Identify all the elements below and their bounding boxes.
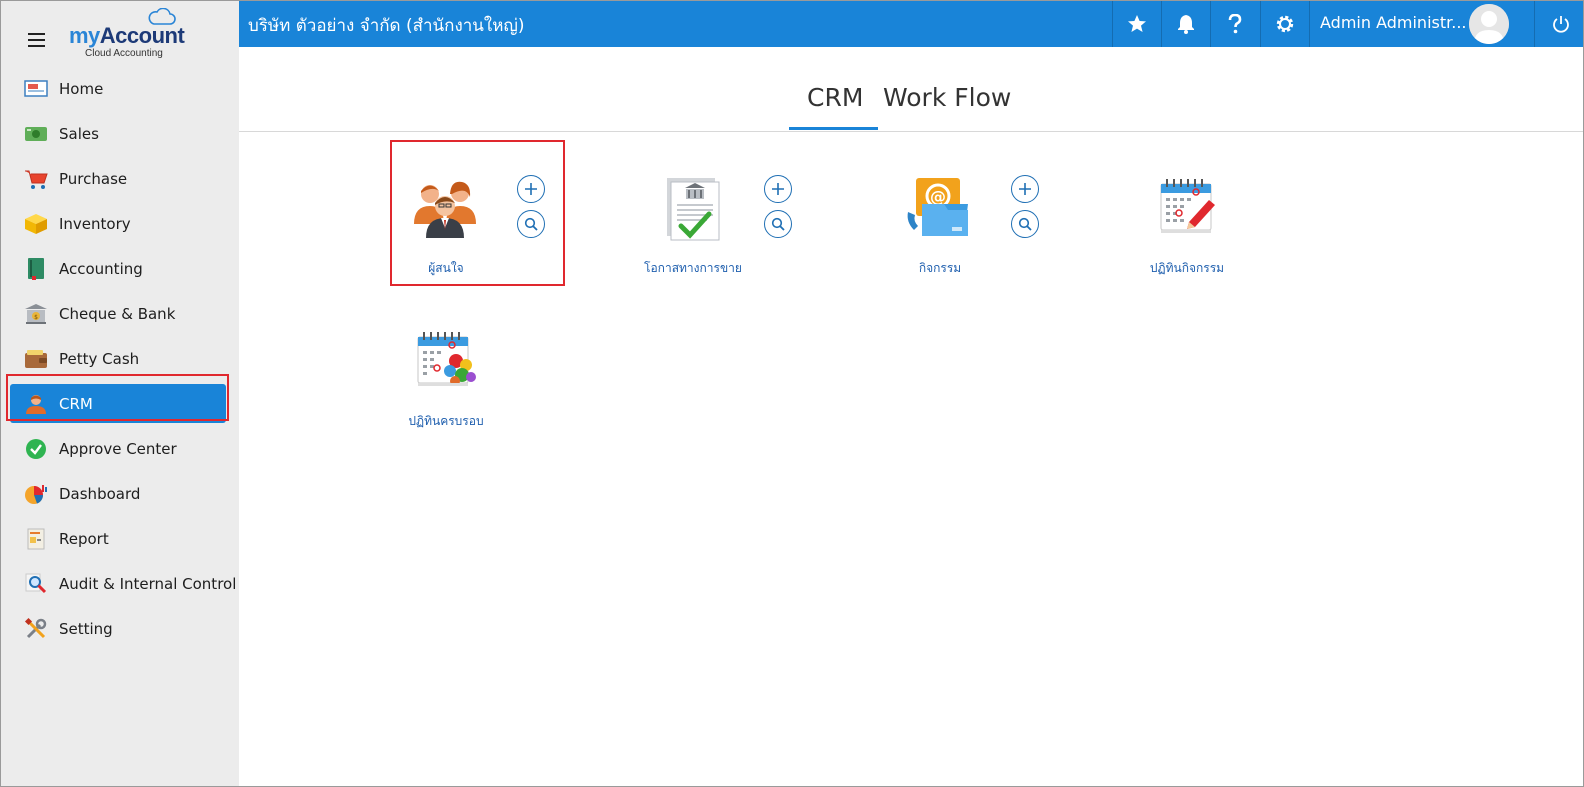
help-button[interactable] bbox=[1210, 1, 1259, 47]
avatar[interactable] bbox=[1469, 4, 1509, 44]
report-icon bbox=[24, 527, 48, 551]
sidebar-item-label: Inventory bbox=[59, 214, 131, 233]
crm-icon bbox=[24, 392, 48, 416]
sidebar-item-label: Home bbox=[59, 79, 104, 98]
svg-text:$: $ bbox=[34, 314, 38, 321]
user-menu[interactable]: Admin Administr... bbox=[1309, 1, 1535, 47]
tile-activity: @ กิจกรรม bbox=[884, 144, 1054, 284]
user-avatar-icon bbox=[1469, 4, 1509, 44]
cart-icon bbox=[24, 167, 48, 191]
sidebar-header: myAccount Cloud Accounting bbox=[1, 1, 239, 65]
audit-icon bbox=[24, 572, 48, 596]
sidebar-item-label: Dashboard bbox=[59, 484, 141, 503]
sidebar-item-label: Petty Cash bbox=[59, 349, 140, 368]
tile-label[interactable]: ปฏิทินครบรอบ bbox=[390, 412, 502, 431]
company-name[interactable]: บริษัท ตัวอย่าง จำกัด (สำนักงานใหญ่) bbox=[248, 12, 525, 39]
plus-icon bbox=[1019, 183, 1031, 195]
bell-icon bbox=[1178, 15, 1194, 34]
wallet-icon bbox=[24, 347, 48, 371]
tile-anniversary-calendar: ปฏิทินครบรอบ bbox=[390, 297, 560, 437]
search-opportunity-button[interactable] bbox=[764, 210, 792, 238]
svg-text:@: @ bbox=[930, 187, 946, 206]
tools-icon bbox=[24, 617, 48, 641]
tab-crm[interactable]: CRM bbox=[807, 83, 863, 112]
tab-work-flow[interactable]: Work Flow bbox=[883, 83, 1011, 112]
app-window: myAccount Cloud Accounting Home Sales Pu… bbox=[0, 0, 1584, 787]
activity-email-icon[interactable]: @ bbox=[904, 172, 976, 244]
logo-text: myAccount bbox=[69, 23, 185, 48]
sidebar-item-audit[interactable]: Audit & Internal Control bbox=[1, 561, 239, 606]
search-icon bbox=[1018, 217, 1032, 231]
tab-bar: CRM Work Flow bbox=[239, 47, 1583, 132]
plus-icon bbox=[772, 183, 784, 195]
box-icon bbox=[24, 212, 48, 236]
star-icon bbox=[1128, 15, 1146, 32]
tile-label[interactable]: กิจกรรม bbox=[884, 259, 996, 278]
sidebar: myAccount Cloud Accounting Home Sales Pu… bbox=[1, 1, 239, 786]
sidebar-item-label: Audit & Internal Control bbox=[59, 574, 237, 593]
tile-leads: ผู้สนใจ bbox=[390, 144, 560, 284]
sidebar-item-label: Sales bbox=[59, 124, 99, 143]
sidebar-item-setting[interactable]: Setting bbox=[1, 606, 239, 651]
ledger-icon bbox=[24, 257, 48, 281]
pie-icon bbox=[24, 482, 48, 506]
tile-label[interactable]: โอกาสทางการขาย bbox=[637, 259, 749, 278]
search-icon bbox=[771, 217, 785, 231]
logo-subtitle: Cloud Accounting bbox=[85, 48, 163, 59]
sidebar-menu: Home Sales Purchase Inventory Accounting… bbox=[1, 66, 239, 651]
search-icon bbox=[524, 217, 538, 231]
search-activity-button[interactable] bbox=[1011, 210, 1039, 238]
tile-sales-opportunity: โอกาสทางการขาย bbox=[637, 144, 807, 284]
help-icon bbox=[1228, 14, 1242, 34]
top-bar: บริษัท ตัวอย่าง จำกัด (สำนักงานใหญ่) Adm… bbox=[239, 1, 1583, 47]
sidebar-item-crm[interactable]: CRM bbox=[1, 381, 239, 426]
activity-calendar-icon[interactable] bbox=[1151, 172, 1223, 244]
tile-activity-calendar: ปฏิทินกิจกรรม bbox=[1131, 144, 1301, 284]
sidebar-item-cheque-bank[interactable]: $ Cheque & Bank bbox=[1, 291, 239, 336]
tile-label[interactable]: ผู้สนใจ bbox=[390, 259, 502, 278]
user-name: Admin Administr... bbox=[1320, 13, 1467, 32]
hamburger-menu-icon[interactable] bbox=[28, 33, 45, 47]
bank-icon: $ bbox=[24, 302, 48, 326]
sidebar-item-dashboard[interactable]: Dashboard bbox=[1, 471, 239, 516]
sales-icon bbox=[24, 122, 48, 146]
notifications-button[interactable] bbox=[1161, 1, 1210, 47]
sidebar-item-label: CRM bbox=[59, 394, 93, 413]
power-icon bbox=[1552, 16, 1569, 33]
sidebar-item-label: Report bbox=[59, 529, 109, 548]
add-opportunity-button[interactable] bbox=[764, 175, 792, 203]
sidebar-item-approve-center[interactable]: Approve Center bbox=[1, 426, 239, 471]
anniversary-calendar-icon[interactable] bbox=[410, 325, 482, 397]
sidebar-item-label: Setting bbox=[59, 619, 113, 638]
search-lead-button[interactable] bbox=[517, 210, 545, 238]
app-logo[interactable]: myAccount Cloud Accounting bbox=[69, 8, 199, 61]
sidebar-item-inventory[interactable]: Inventory bbox=[1, 201, 239, 246]
home-icon bbox=[24, 77, 48, 101]
sidebar-item-home[interactable]: Home bbox=[1, 66, 239, 111]
sidebar-item-label: Purchase bbox=[59, 169, 128, 188]
sidebar-item-sales[interactable]: Sales bbox=[1, 111, 239, 156]
add-lead-button[interactable] bbox=[517, 175, 545, 203]
sidebar-item-petty-cash[interactable]: Petty Cash bbox=[1, 336, 239, 381]
sidebar-item-label: Cheque & Bank bbox=[59, 304, 176, 323]
sidebar-item-accounting[interactable]: Accounting bbox=[1, 246, 239, 291]
settings-button[interactable] bbox=[1260, 1, 1309, 47]
sidebar-item-label: Approve Center bbox=[59, 439, 177, 458]
check-icon bbox=[24, 437, 48, 461]
gear-icon bbox=[1276, 15, 1294, 33]
tile-label[interactable]: ปฏิทินกิจกรรม bbox=[1131, 259, 1243, 278]
plus-icon bbox=[525, 183, 537, 195]
contacts-icon[interactable] bbox=[410, 172, 482, 244]
logout-button[interactable] bbox=[1534, 1, 1583, 47]
sidebar-item-report[interactable]: Report bbox=[1, 516, 239, 561]
favorites-button[interactable] bbox=[1112, 1, 1161, 47]
active-tab-indicator bbox=[789, 127, 878, 130]
add-activity-button[interactable] bbox=[1011, 175, 1039, 203]
sidebar-item-label: Accounting bbox=[59, 259, 143, 278]
sidebar-item-purchase[interactable]: Purchase bbox=[1, 156, 239, 201]
sales-opportunity-icon[interactable] bbox=[657, 172, 729, 244]
